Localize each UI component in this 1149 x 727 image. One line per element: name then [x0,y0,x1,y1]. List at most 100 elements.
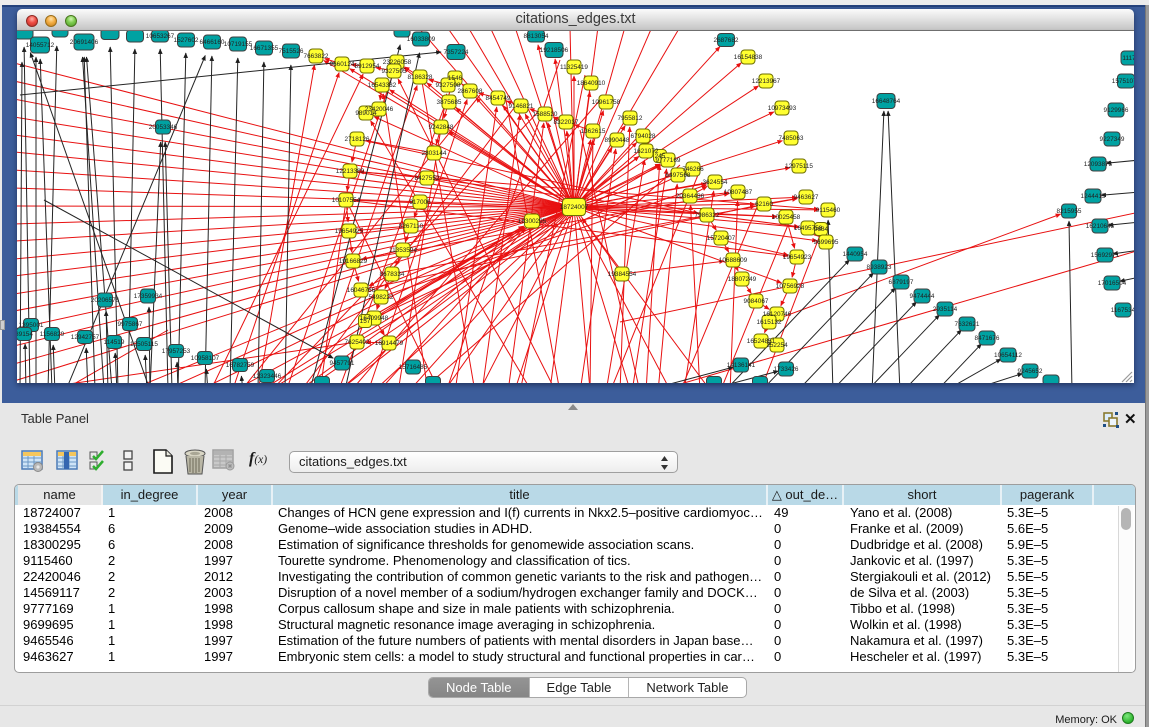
svg-text:9084067: 9084067 [744,298,769,305]
svg-text:12975115: 12975115 [785,163,813,170]
svg-text:16046766: 16046766 [347,287,376,294]
svg-text:17016504: 17016504 [1098,280,1127,287]
svg-text:746266: 746266 [682,166,704,173]
svg-text:1546: 1546 [448,75,463,82]
svg-text:16154838: 16154838 [734,54,763,61]
svg-text:10756928: 10756928 [776,283,805,290]
svg-text:14136141: 14136141 [727,362,756,369]
svg-text:1244415: 1244415 [1081,193,1106,200]
svg-text:8678334: 8678334 [380,271,405,278]
svg-text:15716485: 15716485 [399,364,428,371]
svg-text:7632621: 7632621 [955,321,980,328]
svg-text:8186328: 8186328 [408,74,433,81]
svg-text:8427552: 8427552 [415,175,440,182]
svg-text:7625402: 7625402 [345,339,370,346]
svg-text:252254: 252254 [766,342,788,349]
svg-text:1362615: 1362615 [581,128,606,135]
svg-text:14055712: 14055712 [26,42,55,49]
svg-text:39154: 39154 [17,331,33,338]
svg-text:19654923: 19654923 [783,254,812,261]
svg-text:9245652: 9245652 [1018,368,1043,375]
svg-text:9699695: 9699695 [814,239,839,246]
svg-text:2803144: 2803144 [422,150,447,157]
svg-text:10973493: 10973493 [768,105,797,112]
svg-text:20206576: 20206576 [91,297,120,304]
svg-text:1440954: 1440954 [843,251,868,258]
svg-text:8912954: 8912954 [355,63,380,70]
svg-text:16914479: 16914479 [375,340,404,347]
svg-text:9146821: 9146821 [509,103,534,110]
svg-text:10958107: 10958107 [191,355,220,362]
svg-text:16210643: 16210643 [1086,223,1115,230]
svg-text:19166829: 19166829 [339,258,368,265]
svg-text:1527602: 1527602 [174,37,199,44]
svg-text:12505115: 12505115 [130,341,158,348]
svg-text:20364436: 20364436 [676,193,705,200]
svg-text:12213967: 12213967 [752,78,781,85]
svg-text:7663822: 7663822 [304,53,329,60]
svg-text:10025458: 10025458 [772,214,801,221]
svg-text:9115460: 9115460 [816,207,841,214]
svg-text:16543382: 16543382 [368,82,397,89]
svg-text:62160: 62160 [755,201,773,208]
svg-text:19384554: 19384554 [608,271,637,278]
svg-text:6466160: 6466160 [200,39,225,46]
svg-text:12323446: 12323446 [253,373,282,380]
svg-text:3624554: 3624554 [703,179,728,186]
svg-text:17359934: 17359934 [134,293,163,300]
svg-text:3875685: 3875685 [437,99,462,106]
svg-text:16120746: 16120746 [763,311,792,318]
svg-text:18724007: 18724007 [560,204,589,211]
svg-text:7955812: 7955812 [618,115,643,122]
svg-text:9474444: 9474444 [910,293,935,300]
svg-text:1167534: 1167534 [1111,307,1134,314]
svg-text:16782759: 16782759 [226,362,255,369]
svg-text:7485063: 7485063 [779,135,804,142]
svg-text:9242848: 9242848 [429,124,454,131]
svg-text:8267110: 8267110 [399,223,424,230]
svg-text:16033809: 16033809 [407,36,436,43]
svg-text:19218506: 19218506 [540,47,569,54]
svg-text:10654112: 10654112 [994,352,1022,359]
svg-text:2718126: 2718126 [345,136,370,143]
svg-text:10653267: 10653267 [146,33,175,40]
svg-text:5498222: 5498222 [369,294,394,301]
svg-text:6794028: 6794028 [631,133,656,140]
svg-text:11353594: 11353594 [389,247,417,254]
svg-text:7357224: 7357224 [444,49,469,56]
svg-text:10688609: 10688609 [719,257,748,264]
svg-text:7515526: 7515526 [279,48,304,55]
svg-text:9457791: 9457791 [330,360,355,367]
svg-text:10961758: 10961758 [592,99,621,106]
svg-text:8813054: 8813054 [524,33,549,40]
svg-text:16648764: 16648764 [872,98,901,105]
svg-text:2687682: 2687682 [714,37,739,44]
svg-text:10807487: 10807487 [724,189,753,196]
svg-text:9327505: 9327505 [382,68,407,75]
svg-text:1395001: 1395001 [19,322,44,329]
svg-text:10107554: 10107554 [332,197,361,204]
svg-text:18640910: 18640910 [577,80,606,87]
svg-text:9684: 9684 [814,226,829,233]
svg-text:15751074: 15751074 [1112,78,1134,85]
svg-text:7986322: 7986322 [695,212,720,219]
svg-text:8322037: 8322037 [554,119,579,126]
svg-text:6879197: 6879197 [889,279,914,286]
svg-text:1117: 1117 [1122,55,1134,62]
svg-text:8471676: 8471676 [975,335,1000,342]
svg-text:1733426: 1733426 [774,366,799,373]
svg-text:18300295: 18300295 [518,218,547,225]
svg-text:17957253: 17957253 [162,348,191,355]
svg-text:157: 157 [360,318,371,325]
svg-text:6497568: 6497568 [666,172,691,179]
svg-text:16671355: 16671355 [250,45,279,52]
svg-text:8215955: 8215955 [1057,208,1082,215]
svg-text:12942757: 12942757 [71,334,100,341]
svg-text:8938923: 8938923 [867,264,892,271]
svg-text:8990448: 8990448 [605,137,630,144]
svg-text:989014: 989014 [355,110,377,117]
svg-text:11325419: 11325419 [560,64,588,71]
svg-text:10719155: 10719155 [224,41,253,48]
svg-text:8454749: 8454749 [486,95,511,102]
svg-text:19654925: 19654925 [335,228,364,235]
